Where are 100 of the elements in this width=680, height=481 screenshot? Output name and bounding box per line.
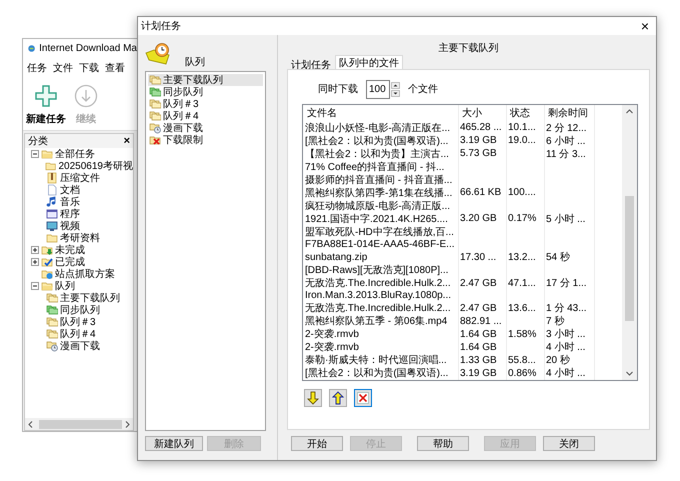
window-title: Internet Download Ma bbox=[39, 43, 137, 54]
icon-button[interactable] bbox=[354, 389, 372, 407]
table-cell-text: 无敌浩克.The.Incredible.Hulk.2... bbox=[304, 302, 452, 315]
tree-item[interactable]: 未完成 bbox=[55, 243, 85, 257]
icon-button[interactable] bbox=[304, 389, 322, 407]
dialog-button[interactable]: 开始 bbox=[291, 436, 343, 451]
panel-title: 分类 bbox=[28, 134, 48, 148]
collapse-icon[interactable] bbox=[31, 150, 39, 158]
table-cell-text: 0.17% bbox=[507, 212, 538, 226]
table-cell-text: 浪浪山小妖怪-电影-高清正版在... bbox=[304, 122, 451, 134]
table-cell-text: 465.28 ... bbox=[459, 121, 503, 134]
tab[interactable]: 队列中的文件 bbox=[335, 55, 403, 69]
window-icon bbox=[46, 208, 58, 220]
tree-item[interactable]: 20250619考研视 bbox=[58, 159, 133, 173]
table-cell-text: 1.64 GB bbox=[459, 328, 498, 341]
folders-icon bbox=[46, 304, 58, 316]
tree-item[interactable]: 队列＃4 bbox=[60, 327, 96, 341]
tree-item[interactable]: 视频 bbox=[60, 219, 80, 233]
vertical-scrollbar[interactable] bbox=[622, 105, 637, 380]
tree-item[interactable]: 全部任务 bbox=[55, 147, 95, 161]
table-cell-text: Iron.Man.3.2013.BluRay.1080p... bbox=[304, 290, 452, 302]
table-cell-text: sunbatang.zip bbox=[304, 250, 368, 264]
folder-download-icon bbox=[41, 244, 53, 256]
monitor-icon bbox=[46, 220, 58, 232]
window-title: 计划任务 bbox=[141, 20, 181, 33]
queue-item[interactable]: 漫画下载 bbox=[148, 122, 263, 134]
scroll-up-icon[interactable] bbox=[626, 109, 633, 114]
number-field[interactable]: 100 bbox=[366, 80, 390, 98]
column-header[interactable]: 大小 bbox=[458, 105, 506, 122]
folders-icon bbox=[149, 98, 161, 110]
folder-cross-icon bbox=[149, 134, 161, 146]
table-cell-text: 6 小时 ... bbox=[545, 134, 586, 148]
expand-icon[interactable] bbox=[31, 246, 39, 254]
horizontal-scrollbar[interactable] bbox=[25, 418, 133, 430]
folder-clock-icon bbox=[149, 122, 161, 134]
dialog-button[interactable]: 帮助 bbox=[417, 436, 469, 451]
folders-icon bbox=[46, 292, 58, 304]
dialog-button[interactable]: 关闭 bbox=[543, 436, 595, 451]
tree-item[interactable]: 站点抓取方案 bbox=[55, 267, 115, 281]
menu-item[interactable]: 下载 bbox=[79, 61, 99, 75]
archive-icon bbox=[46, 172, 58, 184]
tree-item[interactable]: 文档 bbox=[60, 183, 80, 197]
column-header[interactable]: 剩余时间 bbox=[544, 105, 594, 122]
collapse-icon[interactable] bbox=[31, 282, 39, 290]
spin-down-icon[interactable] bbox=[391, 90, 400, 96]
table-cell-text: 1 分 43... bbox=[545, 302, 588, 315]
table-cell-text: 4 小时 ... bbox=[545, 340, 586, 354]
queue-item[interactable]: 队列＃4 bbox=[148, 110, 263, 122]
tree-item[interactable]: 主要下载队列 bbox=[60, 291, 120, 305]
table-cell-text: 摄影师的抖音直播间 - 抖音直播... bbox=[304, 174, 454, 186]
queue-item[interactable]: 队列＃3 bbox=[148, 98, 263, 110]
menu-item[interactable]: 查看 bbox=[105, 61, 125, 75]
table-cell-text: 3.19 GB bbox=[459, 366, 498, 380]
spin-up-icon[interactable] bbox=[391, 82, 400, 88]
scroll-down-icon[interactable] bbox=[626, 371, 633, 376]
table-cell-text: 71% Coffee的抖音直播间 - 抖... bbox=[304, 160, 446, 174]
down-arrow-icon bbox=[307, 391, 319, 405]
table-cell-text: 10.1... bbox=[507, 121, 537, 134]
table-cell-text: 2.47 GB bbox=[459, 302, 498, 315]
table-cell-text: 47.1... bbox=[507, 276, 537, 290]
folders-icon bbox=[46, 328, 58, 340]
queue-item[interactable]: 同步队列 bbox=[148, 86, 263, 98]
table-cell-text: [DBD-Raws][无敌浩克][1080P]... bbox=[304, 264, 450, 277]
icon-button[interactable] bbox=[329, 389, 347, 407]
table-cell-text: 54 秒 bbox=[545, 250, 571, 264]
queue-item[interactable]: 主要下载队列 bbox=[148, 74, 263, 86]
panel-title: 队列 bbox=[185, 56, 205, 69]
tree-item[interactable]: 队列＃3 bbox=[60, 315, 96, 329]
table-cell-text: 3.19 GB bbox=[459, 134, 498, 148]
queue-item[interactable]: 下载限制 bbox=[148, 134, 263, 146]
close-button[interactable]: × bbox=[124, 136, 130, 146]
table-cell-text: 2-突袭.rmvb bbox=[304, 340, 360, 354]
table-cell-text: 3.20 GB bbox=[459, 212, 498, 226]
table-cell-text: 55.8... bbox=[507, 354, 537, 367]
dialog-button[interactable]: 新建队列 bbox=[145, 436, 203, 451]
folders-icon bbox=[149, 74, 161, 86]
menu-item[interactable]: 任务 bbox=[27, 61, 47, 75]
tree-item[interactable]: 同步队列 bbox=[60, 303, 100, 317]
folder-check-icon bbox=[41, 256, 53, 268]
scroll-left-icon[interactable] bbox=[28, 420, 33, 428]
tree-item[interactable]: 队列 bbox=[55, 279, 75, 293]
table-cell-text: 20 秒 bbox=[545, 354, 571, 367]
app-logo-icon bbox=[28, 43, 36, 54]
toolbar-button[interactable]: 新建任务 bbox=[25, 84, 67, 126]
table-cell-text: 1.64 GB bbox=[459, 340, 498, 354]
tree-item[interactable]: 音乐 bbox=[60, 195, 80, 209]
menu-item[interactable]: 文件 bbox=[53, 61, 73, 75]
tree-item[interactable]: 压缩文件 bbox=[60, 171, 100, 185]
column-header[interactable]: 状态 bbox=[506, 105, 544, 122]
tree-item[interactable]: 漫画下载 bbox=[60, 339, 100, 353]
tree-item[interactable]: 已完成 bbox=[55, 255, 85, 269]
table-cell-text: 2-突袭.rmvb bbox=[304, 328, 360, 341]
tree-item[interactable]: 程序 bbox=[60, 207, 80, 221]
table-cell-text: F7BA88E1-014E-AAA5-46BF-E... bbox=[304, 238, 456, 251]
expand-icon[interactable] bbox=[31, 258, 39, 266]
scroll-right-icon[interactable] bbox=[125, 420, 130, 428]
tree-item[interactable]: 考研资料 bbox=[60, 231, 100, 245]
column-header[interactable]: 文件名 bbox=[303, 105, 458, 122]
table-cell-text: 泰勒·斯威夫特：时代巡回演唱... bbox=[304, 354, 448, 367]
close-button[interactable]: × bbox=[638, 19, 652, 33]
